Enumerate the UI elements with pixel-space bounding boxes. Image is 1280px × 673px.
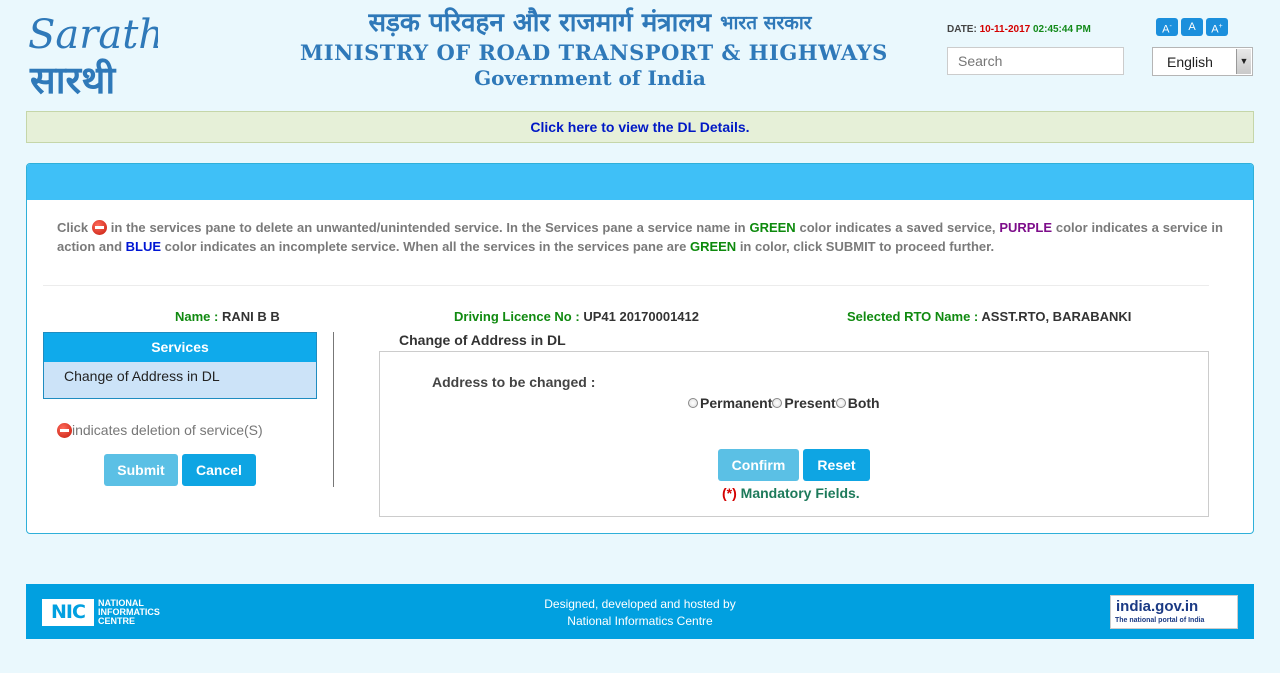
language-value: English (1167, 54, 1213, 70)
driving-licence-no: Driving Licence No : UP41 20170001412 (454, 309, 699, 324)
applicant-name: Name : RANI B B (175, 309, 280, 324)
government-of-india: Government of India (474, 66, 706, 90)
dl-details-bar: Click here to view the DL Details. (26, 111, 1254, 143)
chevron-down-icon: ▼ (1236, 49, 1251, 74)
date-time: DATE: 10-11-2017 02:45:44 PM (947, 24, 1091, 35)
services-header: Services (44, 333, 316, 362)
delete-icon (91, 220, 107, 235)
date-value: 10-11-2017 (979, 24, 1031, 35)
submit-button[interactable]: Submit (104, 454, 178, 486)
service-item-change-of-address[interactable]: Change of Address in DL (44, 362, 316, 384)
radio-both[interactable] (835, 398, 846, 408)
address-to-change-label: Address to be changed : (432, 374, 596, 390)
instructions-text: Click in the services pane to delete an … (57, 220, 1223, 254)
font-increase-button[interactable]: A+ (1206, 18, 1228, 36)
hindi-subtitle: भारत सरकार (720, 12, 812, 34)
deletion-legend: indicates deletion of service(S) (57, 422, 263, 438)
divider (43, 285, 1209, 286)
radio-permanent[interactable] (688, 398, 698, 408)
selected-rto: Selected RTO Name : ASST.RTO, BARABANKI (847, 309, 1132, 324)
confirm-button[interactable]: Confirm (718, 449, 799, 481)
search-input[interactable] (947, 47, 1124, 75)
view-dl-details-link[interactable]: Click here to view the DL Details. (530, 119, 749, 135)
font-decrease-button[interactable]: A- (1156, 18, 1178, 36)
vertical-divider (333, 332, 334, 487)
logo-text-en: Sarathi (28, 12, 158, 58)
logo-text-hi: सारथी (29, 58, 116, 100)
ministry-title-block: सड़क परिवहन और राजमार्ग मंत्रालय भारत सर… (300, 8, 888, 90)
mandatory-note: (*) Mandatory Fields. (722, 485, 860, 501)
delete-icon (57, 423, 72, 438)
form-legend: Change of Address in DL (395, 332, 570, 348)
footer-credit: Designed, developed and hosted by Nation… (544, 597, 736, 628)
reset-button[interactable]: Reset (803, 449, 870, 481)
radio-present[interactable] (772, 398, 783, 408)
time-value: 02:45:44 PM (1032, 24, 1091, 35)
india-gov-logo[interactable]: india.gov.in The national portal of Indi… (1110, 595, 1238, 629)
language-select[interactable]: English ▼ (1152, 47, 1253, 76)
panel-header (27, 164, 1253, 200)
sarathi-logo: Sarathi सारथी (28, 12, 158, 100)
main-panel: Click in the services pane to delete an … (26, 163, 1254, 534)
font-size-controls: A- A A+ (1156, 18, 1228, 36)
footer: NIC NATIONAL INFORMATICS CENTRE Designed, … (26, 584, 1254, 639)
hindi-title: सड़क परिवहन और राजमार्ग मंत्रालय भारत सर… (368, 8, 812, 38)
cancel-button[interactable]: Cancel (182, 454, 256, 486)
services-pane: Services Change of Address in DL (43, 332, 317, 399)
address-type-radios: Permanent Present Both (688, 395, 880, 411)
font-normal-button[interactable]: A (1181, 18, 1203, 36)
english-title: MINISTRY OF ROAD TRANSPORT & HIGHWAYS (300, 40, 888, 65)
